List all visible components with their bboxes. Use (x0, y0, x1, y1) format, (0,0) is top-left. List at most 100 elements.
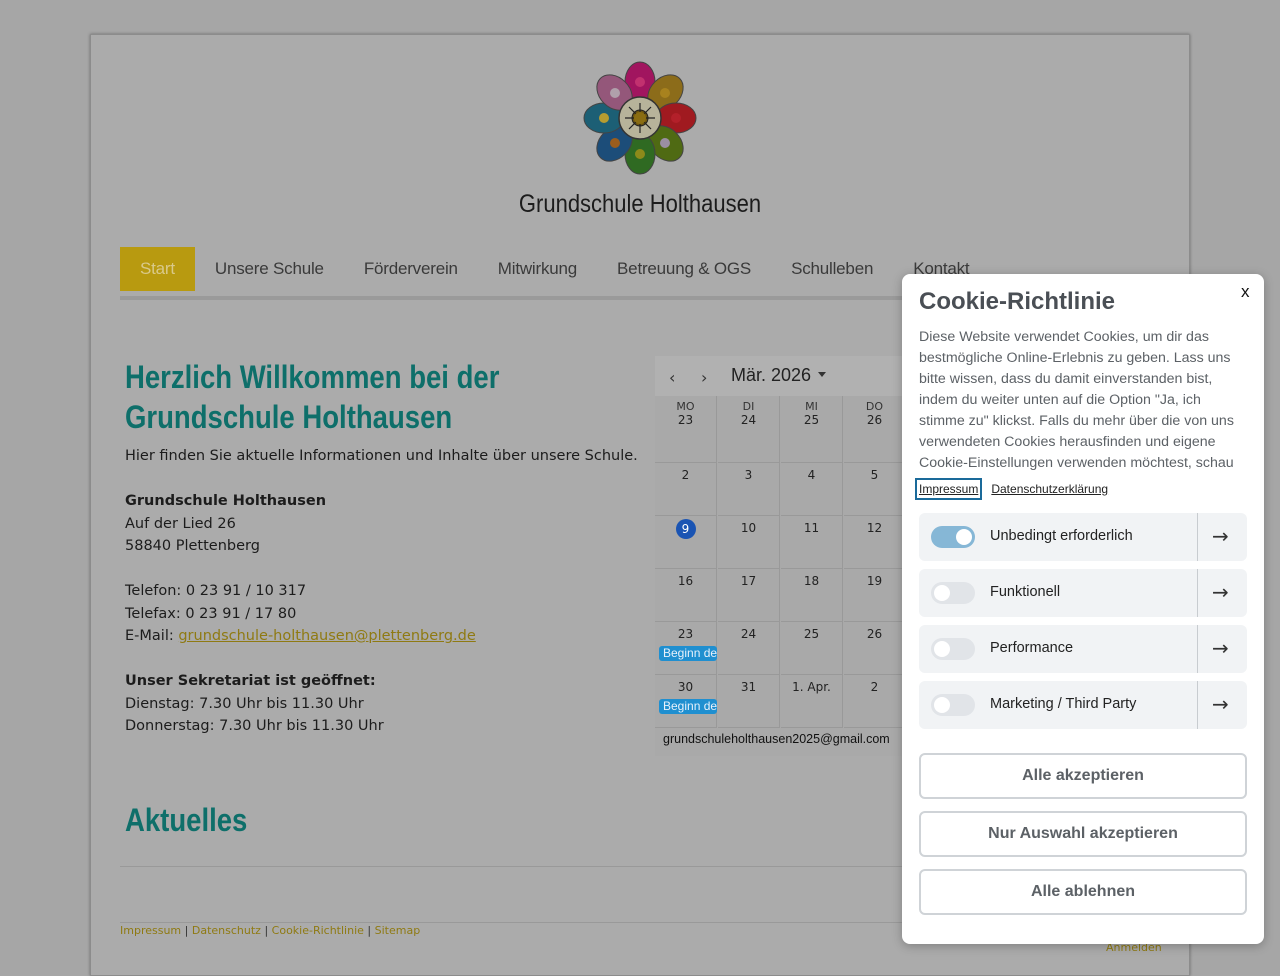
calendar-day-number: 5 (870, 468, 879, 482)
office-thursday: Donnerstag: 7.30 Uhr bis 11.30 Uhr (125, 718, 384, 734)
calendar-day-cell[interactable]: 2 (844, 675, 905, 728)
calendar-day-number: 26 (866, 627, 883, 641)
welcome-heading: Herzlich Willkommen bei der Grundschule … (125, 357, 572, 437)
calendar-day-number: 19 (866, 574, 883, 588)
calendar-day-number: 24 (740, 627, 757, 641)
calendar-day-cell[interactable]: 12 (844, 516, 905, 569)
arrow-right-icon[interactable]: → (1212, 636, 1229, 660)
toggle-marketing[interactable] (931, 694, 975, 716)
calendar-day-cell[interactable]: 31 (718, 675, 780, 728)
calendar-day-number: 17 (740, 574, 757, 588)
chevron-left-icon[interactable]: ‹ (669, 368, 675, 387)
calendar-day-cell[interactable]: 11 (781, 516, 843, 569)
cookie-category-functional: Funktionell → (919, 569, 1247, 617)
calendar-day-cell[interactable]: 25 (781, 622, 843, 675)
calendar-day-cell[interactable]: 2 (655, 463, 717, 516)
calendar-day-number: 18 (803, 574, 820, 588)
calendar-event[interactable]: Beginn de (659, 699, 717, 714)
category-separator (1197, 513, 1198, 561)
calendar-day-cell[interactable]: 19 (844, 569, 905, 622)
toggle-functional[interactable] (931, 582, 975, 604)
email-line: E-Mail: grundschule-holthausen@plettenbe… (125, 628, 476, 644)
cookie-link-impressum[interactable]: Impressum (915, 478, 983, 500)
calendar-header: ‹ › Mär. 2026 (655, 356, 905, 396)
calendar-day-cell[interactable]: MI 25 (781, 396, 843, 463)
calendar-event[interactable]: Beginn de (659, 646, 717, 661)
cookie-title: Cookie-Richtlinie (919, 288, 1116, 315)
category-label: Marketing / Third Party (990, 696, 1137, 712)
site-title[interactable]: Grundschule Holthausen (464, 190, 816, 219)
calendar-day-cell[interactable]: 26 (844, 622, 905, 675)
calendar-day-cell[interactable]: 30 Beginn de (655, 675, 717, 728)
calendar-day-cell[interactable]: 23 Beginn de (655, 622, 717, 675)
nav-item-mitwirkung[interactable]: Mitwirkung (478, 247, 597, 291)
chevron-down-icon[interactable] (818, 372, 826, 377)
cookie-category-marketing: Marketing / Third Party → (919, 681, 1247, 729)
calendar-day-cell[interactable]: 24 (718, 622, 780, 675)
toggle-knob (934, 585, 950, 601)
toggle-performance[interactable] (931, 638, 975, 660)
category-label: Performance (990, 640, 1074, 656)
intro-text: Hier finden Sie aktuelle Informationen u… (125, 448, 638, 464)
footer-link-datenschutz[interactable]: Datenschutz (192, 924, 261, 937)
calendar-day-cell[interactable]: 17 (718, 569, 780, 622)
arrow-right-icon[interactable]: → (1212, 692, 1229, 716)
nav-item-foerderverein[interactable]: Förderverein (344, 247, 478, 291)
calendar-day-cell[interactable]: 10 (718, 516, 780, 569)
calendar-day-cell[interactable]: 5 (844, 463, 905, 516)
email-link[interactable]: grundschule-holthausen@plettenberg.de (178, 628, 475, 644)
accept-all-button[interactable]: Alle akzeptieren (919, 753, 1247, 799)
calendar-day-cell[interactable]: 3 (718, 463, 780, 516)
calendar-day-cell[interactable]: 4 (781, 463, 843, 516)
chevron-right-icon[interactable]: › (701, 368, 707, 387)
calendar-day-number: 2 (870, 680, 879, 694)
calendar-day-cell[interactable]: 1. Apr. (781, 675, 843, 728)
calendar-widget: ‹ › Mär. 2026 MO 23 DI 24 MI 25 DO 26 2 3 4 5 9 10 11 1… (655, 356, 905, 756)
nav-item-start[interactable]: Start (120, 247, 195, 291)
calendar-day-cell[interactable]: DO 26 (844, 396, 905, 463)
calendar-day-number: 12 (866, 521, 883, 535)
calendar-day-number: 4 (807, 468, 816, 482)
calendar-month[interactable]: Mär. 2026 (731, 365, 811, 386)
calendar-day-number: 23 (677, 413, 694, 427)
footer-separator: | (184, 924, 189, 937)
calendar-day-cell[interactable]: MO 23 (655, 396, 717, 463)
cookie-links: Impressum Datenschutzerklärung (915, 478, 1108, 500)
calendar-day-cell[interactable]: 9 (655, 516, 717, 569)
calendar-day-number: 1. Apr. (792, 680, 831, 694)
office-heading: Unser Sekretariat ist geöffnet: (125, 673, 376, 689)
main-nav: Start Unsere Schule Förderverein Mitwirk… (120, 247, 989, 291)
calendar-day-cell[interactable]: 16 (655, 569, 717, 622)
toggle-knob (956, 529, 972, 545)
nav-item-unsere-schule[interactable]: Unsere Schule (195, 247, 344, 291)
footer-links: Impressum | Datenschutz | Cookie-Richtli… (120, 924, 420, 937)
cookie-link-privacy[interactable]: Datenschutzerklärung (991, 482, 1108, 496)
calendar-day-number: 26 (866, 413, 883, 427)
toggle-knob (934, 641, 950, 657)
nav-item-schulleben[interactable]: Schulleben (771, 247, 893, 291)
calendar-day-cell[interactable]: DI 24 (718, 396, 780, 463)
calendar-day-number: 25 (803, 413, 820, 427)
footer-link-sitemap[interactable]: Sitemap (375, 924, 421, 937)
cookie-category-performance: Performance → (919, 625, 1247, 673)
footer-link-cookie-richtlinie[interactable]: Cookie-Richtlinie (272, 924, 364, 937)
arrow-right-icon[interactable]: → (1212, 524, 1229, 548)
category-separator (1197, 681, 1198, 729)
accept-selection-button[interactable]: Nur Auswahl akzeptieren (919, 811, 1247, 857)
footer-link-impressum[interactable]: Impressum (120, 924, 181, 937)
calendar-account: grundschuleholthausen2025@gmail.com (663, 732, 890, 746)
welcome-heading-line1: Herzlich Willkommen bei der (125, 359, 500, 395)
calendar-day-number: 16 (677, 574, 694, 588)
toggle-required[interactable] (931, 526, 975, 548)
close-icon[interactable]: x (1241, 282, 1250, 302)
reject-all-button[interactable]: Alle ablehnen (919, 869, 1247, 915)
category-separator (1197, 625, 1198, 673)
arrow-right-icon[interactable]: → (1212, 580, 1229, 604)
nav-item-betreuung-ogs[interactable]: Betreuung & OGS (597, 247, 771, 291)
calendar-day-cell[interactable]: 18 (781, 569, 843, 622)
flower-logo-icon[interactable] (582, 60, 698, 176)
cookie-category-required: Unbedingt erforderlich → (919, 513, 1247, 561)
category-label: Unbedingt erforderlich (990, 528, 1133, 544)
calendar-day-number: 2 (681, 468, 690, 482)
calendar-weekday: MI (805, 400, 818, 413)
